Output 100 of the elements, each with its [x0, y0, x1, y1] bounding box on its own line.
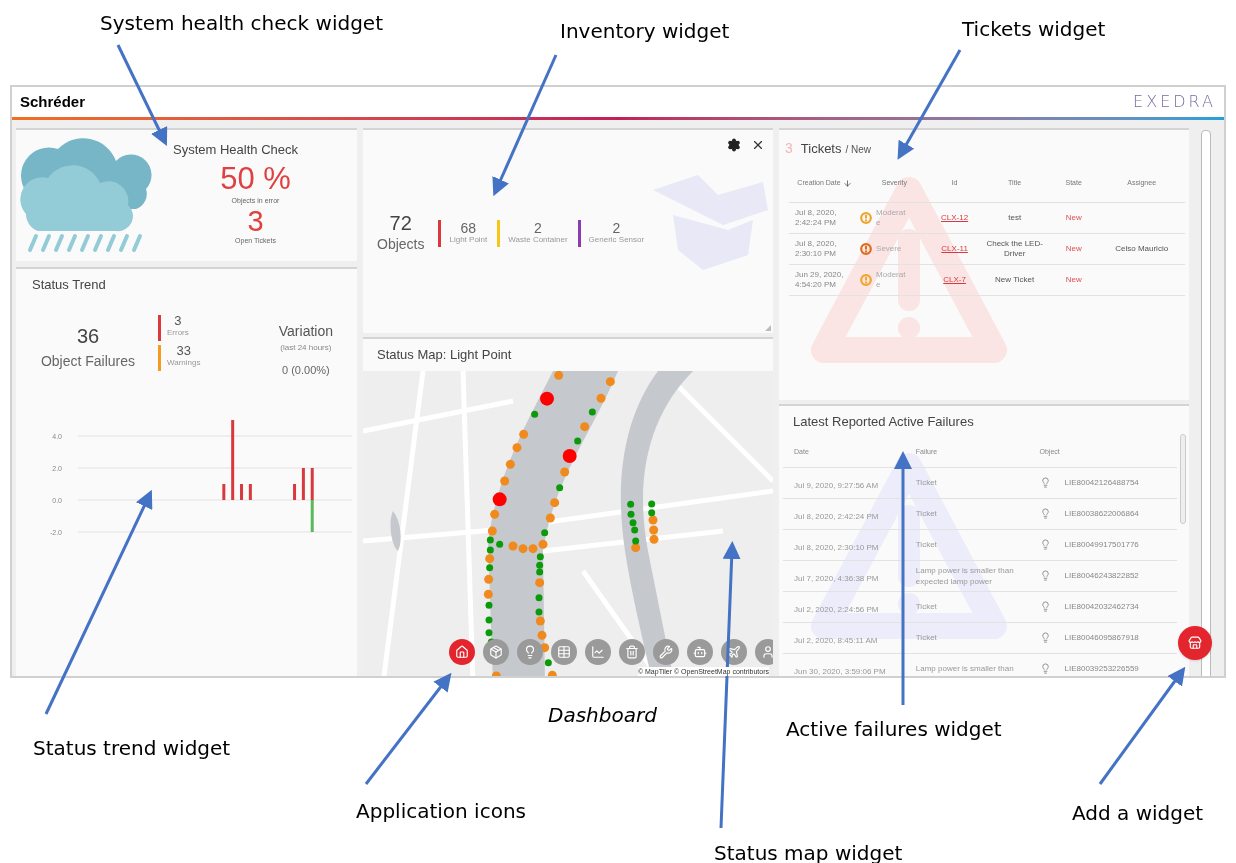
- close-icon[interactable]: [751, 138, 765, 152]
- type-count: 2: [534, 222, 542, 234]
- lightbulb-icon: [1039, 570, 1051, 581]
- table-cell: New: [1065, 212, 1082, 224]
- metric-label: Objects: [377, 235, 425, 254]
- variation-period: (last 24 hours): [280, 341, 332, 354]
- chart-bar: [293, 484, 297, 500]
- ticket-id-link[interactable]: CLX-7: [943, 274, 966, 286]
- lightbulb-icon: [1039, 508, 1051, 519]
- callout-label: Application icons: [356, 798, 526, 825]
- table-cell: Moderate: [876, 208, 907, 228]
- widget-title: Status Trend: [32, 276, 107, 294]
- table-cell: New: [1065, 243, 1082, 255]
- table-cell: test: [1008, 213, 1022, 223]
- table-cell-text: Check the LED-Driver: [985, 239, 1044, 259]
- chart-bar: [248, 484, 252, 500]
- table-cell-text: Severe: [876, 244, 903, 254]
- lightbulb-icon: [1039, 477, 1051, 488]
- table-cell-text: Ticket: [915, 477, 938, 488]
- type-count: 68: [460, 222, 477, 234]
- objects-count: 72: [389, 212, 412, 234]
- product-logo: EXEDRA: [1133, 91, 1216, 113]
- table-cell: Moderate: [876, 270, 907, 290]
- type-label: Waste Container: [508, 233, 568, 245]
- callout-label: Inventory widget: [560, 18, 730, 45]
- chart-bar: [240, 484, 243, 500]
- chart-icon: [591, 645, 605, 659]
- callout-label: Status trend widget: [33, 735, 231, 762]
- store-icon: [1188, 636, 1202, 650]
- table-cell-text: Jul 8, 2020, 2:42:24 PM: [795, 208, 838, 228]
- table-cell: Jul 2, 2020, 2:24:56 PM: [794, 604, 879, 614]
- table-cell-text: Lamp power is smaller than expected lamp power: [915, 564, 1015, 587]
- table-cell: LIE80042126488754: [1064, 476, 1139, 489]
- wrench-icon: [659, 645, 673, 659]
- table-cell: Celso Mauricio: [1115, 243, 1169, 255]
- lightbulb-icon: [1039, 632, 1051, 643]
- table-cell: Jul 7, 2020, 4:36:38 PM: [794, 573, 879, 583]
- type-label: Generic Sensor: [588, 233, 645, 245]
- resize-handle-icon[interactable]: [765, 325, 771, 331]
- table-cell: LIE80038622006864: [1064, 507, 1139, 520]
- table-cell: LIE80039253226559: [1064, 662, 1139, 675]
- box-icon: [489, 645, 503, 659]
- table-cell-text: Ticket: [915, 539, 938, 550]
- lightbulb-icon: [1039, 539, 1051, 550]
- failures-count: 36: [76, 323, 100, 349]
- table-cell: Jun 30, 2020, 3:59:06 PM: [794, 666, 886, 676]
- table-icon: [557, 645, 571, 659]
- metric-value: 33: [176, 344, 191, 357]
- open-tickets-count: 3: [247, 206, 264, 236]
- chart-bar: [222, 484, 226, 500]
- table-cell-text: Lamp power is smaller than: [915, 663, 1015, 674]
- table-cell: Jul 8, 2020, 2:30:10 PM: [794, 542, 879, 552]
- type-label: Light Point: [449, 233, 488, 245]
- type-count: 2: [612, 222, 621, 234]
- bulb-icon: [523, 645, 537, 659]
- table-cell-text: Jul 8, 2020, 2:30:10 PM: [795, 239, 838, 259]
- table-cell-text: Ticket: [915, 508, 938, 519]
- callout-label: Tickets widget: [962, 16, 1106, 43]
- figure-caption: Dashboard: [548, 702, 657, 729]
- settings-icon[interactable]: [727, 138, 741, 152]
- metric-label: Warnings: [167, 356, 201, 369]
- variation-title: Variation: [278, 321, 333, 341]
- chart-bar: [301, 468, 305, 500]
- tickets-count: 3: [785, 139, 793, 158]
- table-cell-text: Jun 29, 2020, 4:54:20 PM: [795, 270, 845, 290]
- callout-label: System health check widget: [100, 10, 383, 37]
- widget-title: Tickets: [800, 140, 842, 158]
- table-cell: Jul 2, 2020, 8:45:11 AM: [794, 635, 878, 645]
- table-cell-text: Ticket: [915, 601, 938, 612]
- home-icon: [455, 645, 469, 659]
- user-icon: [761, 645, 773, 659]
- widget-title: Status Map: Light Point: [376, 346, 513, 364]
- callout-label: Active failures widget: [786, 716, 1002, 743]
- sort-arrow-icon[interactable]: [842, 179, 852, 188]
- bin-icon: [625, 645, 639, 659]
- table-cell: LIE80042032462734: [1064, 600, 1139, 613]
- table-cell: New Ticket: [995, 275, 1035, 285]
- table-cell: New: [1065, 274, 1082, 286]
- callout-label: Add a widget: [1072, 800, 1204, 827]
- page-scrollbar[interactable]: [1201, 130, 1211, 676]
- widget-title: System Health Check: [173, 141, 298, 159]
- table-cell: LIE80046243822852: [1064, 569, 1139, 582]
- variation-value: 0 (0.00%): [282, 362, 330, 378]
- table-cell: Jul 8, 2020, 2:42:24 PM: [794, 511, 879, 521]
- brand-logo: Schréder: [20, 91, 86, 112]
- table-cell: LIE80046095867918: [1064, 631, 1139, 644]
- lightbulb-icon: [1039, 601, 1051, 612]
- ticket-filter: / New: [845, 143, 872, 157]
- metric-label: Errors: [167, 326, 189, 339]
- table-cell: Jul 9, 2020, 9:27:56 AM: [794, 480, 879, 490]
- table-cell: LIE80049917501776: [1064, 538, 1139, 551]
- ticket-id-link[interactable]: CLX-12: [941, 212, 969, 224]
- metric-label: Object Failures: [40, 351, 136, 371]
- widget-title: Latest Reported Active Failures: [792, 413, 975, 431]
- scrollbar[interactable]: [1180, 434, 1186, 524]
- lightbulb-icon: [1039, 663, 1051, 674]
- ticket-id-link[interactable]: CLX-11: [941, 243, 968, 255]
- table-cell-text: Ticket: [915, 632, 938, 643]
- error-percentage: 50 %: [220, 161, 291, 196]
- metric-value: 3: [174, 314, 182, 327]
